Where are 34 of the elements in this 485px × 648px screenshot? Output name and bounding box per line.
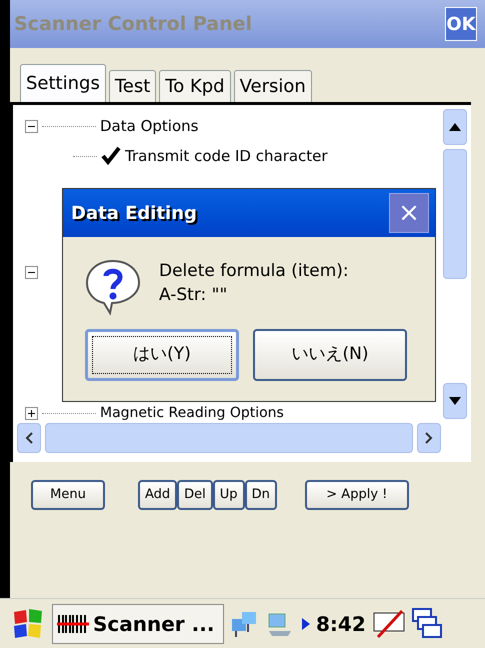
up-arrow-icon[interactable] xyxy=(449,123,461,131)
tab[interactable]: Version xyxy=(234,70,312,102)
question-icon xyxy=(83,257,143,317)
tab[interactable]: Test xyxy=(108,70,156,102)
dialog-title: Data Editing xyxy=(71,202,197,226)
taskbar-button[interactable]: Scanner ... xyxy=(52,604,224,644)
horizontal-scrollbar[interactable] xyxy=(17,423,441,453)
expand-icon[interactable] xyxy=(25,406,38,420)
ok-button[interactable]: OK xyxy=(445,7,477,41)
tab[interactable]: To Kpd xyxy=(159,70,231,102)
toolbar-button[interactable]: Add xyxy=(138,480,178,510)
checkbox[interactable] xyxy=(101,146,121,166)
dialog-button[interactable]: はい(Y) xyxy=(85,329,239,381)
expand-arrow-icon[interactable] xyxy=(302,618,310,630)
tab[interactable]: Settings xyxy=(20,64,106,102)
dialog-button[interactable]: いいえ(N) xyxy=(253,329,407,381)
barcode-icon xyxy=(57,612,89,634)
collapse-icon[interactable] xyxy=(25,266,38,279)
down-arrow-icon[interactable] xyxy=(449,397,461,405)
tree-item[interactable]: Transmit code ID character xyxy=(125,144,328,168)
toolbar-button[interactable]: Up xyxy=(212,480,245,510)
dialog-message: Delete formula (item): A-Str: "" xyxy=(159,260,349,307)
tree-item[interactable]: Magnetic Reading Options xyxy=(100,405,284,421)
tree-item[interactable]: Data Options xyxy=(100,114,198,138)
menu-button[interactable]: Menu xyxy=(31,480,105,510)
window-title: Scanner Control Panel xyxy=(14,12,252,37)
collapse-icon[interactable] xyxy=(25,120,38,132)
toolbar-button[interactable]: Dn xyxy=(244,480,277,510)
toolbar-button[interactable]: Del xyxy=(177,480,213,510)
windows-icon[interactable] xyxy=(412,608,442,640)
vertical-scrollbar[interactable] xyxy=(443,109,467,419)
clock: 8:42 xyxy=(316,610,366,638)
apply-button[interactable]: > Apply ! xyxy=(304,480,409,510)
close-button[interactable]: × xyxy=(389,193,429,233)
